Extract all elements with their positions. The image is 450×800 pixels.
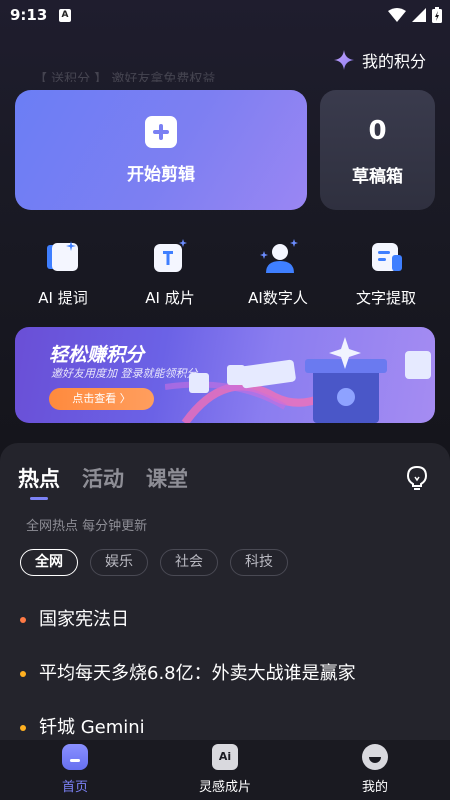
chip-society[interactable]: 社会 [160,549,218,576]
nav-label: 我的 [361,780,388,795]
banner-title: 轻松赚积分 [49,344,145,366]
sparkle-icon [333,50,354,70]
text-to-video-icon [152,239,188,275]
topic-text: 平均每天多烧6.8亿：外卖大战谁是赢家 [39,663,356,684]
hot-topics-panel: 热点 活动 课堂 全网热点 每分钟更新 全网 娱乐 社会 科技 国家宪法日 平均… [0,443,450,740]
tool-label: 文字提取 [355,289,416,307]
tab-hot[interactable]: 热点 [18,463,60,500]
start-editing-card[interactable]: 开始剪辑 [15,90,307,210]
earn-points-banner[interactable]: 轻松赚积分 邀好友用度加 登录就能领积分 点击查看 〉 [15,327,435,423]
chip-all[interactable]: 全网 [20,549,78,576]
digital-human-icon [260,239,298,275]
tool-text-extract[interactable]: 文字提取 [336,235,436,308]
chip-technology[interactable]: 科技 [230,549,288,576]
topic-text: 钎城 Gemini [39,717,145,738]
tab-classroom[interactable]: 课堂 [146,463,188,493]
status-time: 9:13 [10,6,48,24]
drafts-card[interactable]: 0 草稿箱 [320,90,435,210]
home-icon [62,744,88,770]
profile-icon [362,744,388,770]
status-bar: 9:13 A [0,0,450,30]
tool-ai-digital-human[interactable]: AI数字人 [228,235,328,308]
points-label: 我的积分 [361,52,426,71]
list-item[interactable]: 国家宪法日 [20,605,440,659]
bullet-dot [20,725,26,731]
category-chips: 全网 娱乐 社会 科技 [20,549,288,576]
feed-hint: 全网热点 每分钟更新 [26,519,148,534]
plus-icon [145,116,177,148]
system-icons [388,7,442,23]
my-points-button[interactable]: 我的积分 [333,48,426,72]
announcement-marquee[interactable]: 【 送积分 】 邀好友拿免费权益 [34,68,294,82]
tool-label: AI数字人 [248,289,308,307]
nav-label: 灵感成片 [198,780,251,795]
text-extract-icon [368,239,404,275]
draft-count: 0 [368,116,387,146]
bottom-navigation: 首页 Ai 灵感成片 我的 [0,740,450,800]
nav-inspiration[interactable]: Ai 灵感成片 [175,744,275,795]
bullet-dot [20,671,26,677]
signal-icon [412,8,426,22]
feed-tabs: 热点 活动 课堂 [18,463,188,500]
tool-ai-teleprompter[interactable]: AI 提词 [13,235,113,308]
tool-ai-video[interactable]: AI 成片 [120,235,220,308]
wifi-icon [388,8,406,22]
nav-label: 首页 [61,780,88,795]
start-editing-label: 开始剪辑 [127,165,195,185]
drafts-label: 草稿箱 [352,167,403,187]
ai-tools-row: AI 提词 AI 成片 AI数字人 文字提取 [0,235,450,308]
gift-box-illustration [165,337,431,423]
battery-icon [432,7,442,23]
banner-view-button[interactable]: 点击查看 〉 [49,388,154,410]
chip-entertainment[interactable]: 娱乐 [90,549,148,576]
tool-label: AI 提词 [38,289,88,307]
notification-app-icon: A [59,9,71,22]
topic-text: 国家宪法日 [39,609,129,630]
teleprompter-icon [45,239,81,275]
list-item[interactable]: 平均每天多烧6.8亿：外卖大战谁是赢家 [20,659,440,713]
ai-video-icon: Ai [212,744,238,770]
lightbulb-icon[interactable] [406,465,428,491]
bullet-dot [20,617,26,623]
nav-profile[interactable]: 我的 [325,744,425,795]
nav-home[interactable]: 首页 [25,744,125,795]
tool-label: AI 成片 [145,289,195,307]
tab-activities[interactable]: 活动 [82,463,124,493]
